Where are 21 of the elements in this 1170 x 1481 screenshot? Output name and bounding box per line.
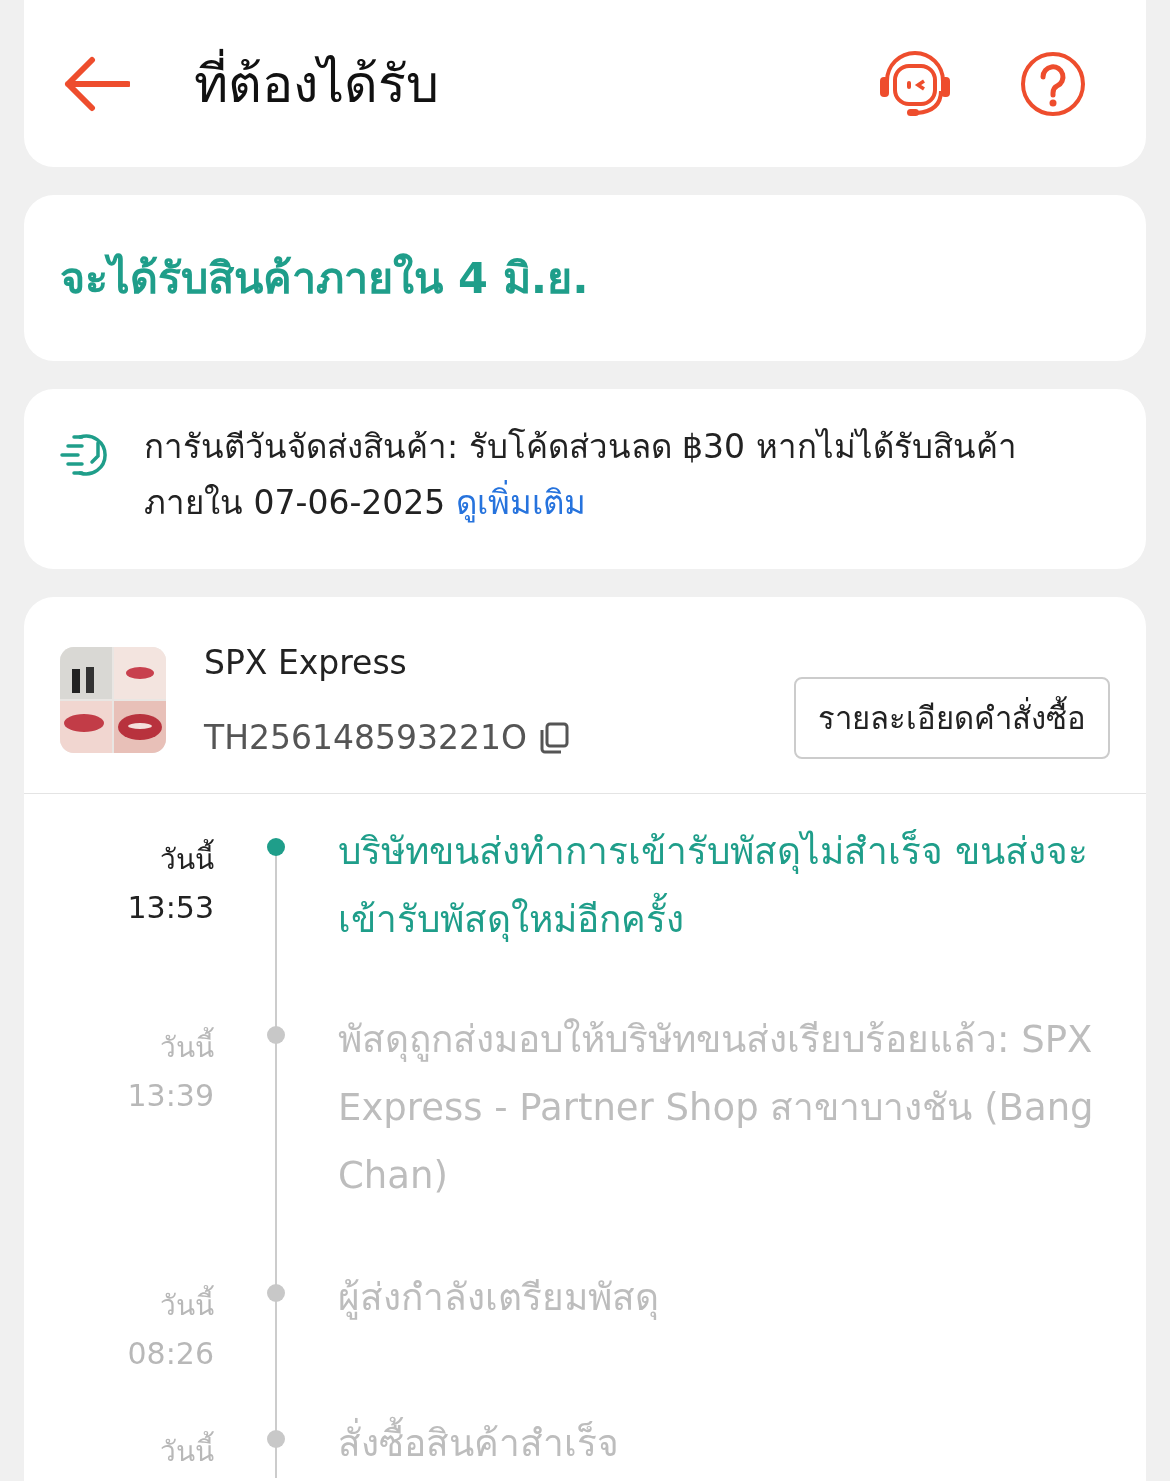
event-time: 13:53 [127, 889, 214, 927]
carrier-name: SPX Express [204, 643, 408, 682]
back-arrow-icon[interactable] [64, 55, 130, 112]
event-description: ผู้ส่งกำลังเตรียมพัสดุ [338, 1275, 660, 1322]
event-time: 13:39 [127, 1077, 214, 1115]
event-date: วันนี้ [160, 1428, 214, 1476]
event-date: วันนี้ [160, 836, 214, 884]
headset-robot-icon[interactable] [878, 50, 952, 117]
tracking-number: TH256148593221O [204, 718, 527, 757]
event-date: วันนี้ [160, 1282, 214, 1330]
copy-icon[interactable] [538, 721, 569, 754]
event-time: 08:26 [127, 1335, 214, 1373]
event-description: สั่งซื้อสินค้าสำเร็จ [338, 1410, 1110, 1478]
help-icon[interactable] [1020, 50, 1086, 117]
guarantee-text: การันตีวันจัดส่งสินค้า: รับโค้ดส่วนลด ฿30 หากไม่ได้รับสินค้าภายใน 07-06-2025 ดูเพิ่มเติม [144, 426, 1018, 525]
page-title: ที่ต้องได้รับ [194, 42, 878, 125]
event-description: พัสดุถูกส่งมอบให้บริษัทขนส่งเรียบร้อยแล้ว: SPX Express - Partner Shop สาขาบางชัน (Bang Chan) [338, 1017, 1095, 1199]
delivery-estimate: จะได้รับสินค้าภายใน 4 มิ.ย. [60, 252, 589, 305]
event-date: วันนี้ [160, 1024, 214, 1072]
order-details-button[interactable]: รายละเอียดคำสั่งซื้อ [794, 677, 1110, 759]
event-description: บริษัทขนส่งทำการเข้ารับพัสดุไม่สำเร็จ ขนส่งจะเข้ารับพัสดุใหม่อีกครั้ง [338, 828, 1089, 944]
